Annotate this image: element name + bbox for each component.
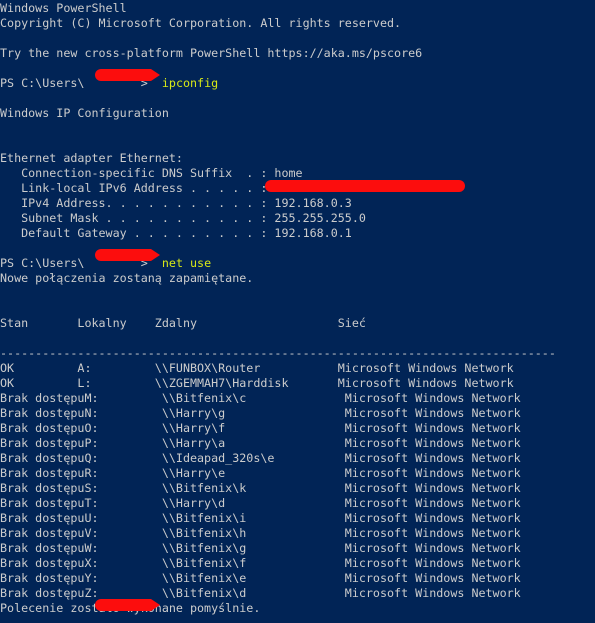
netuse-row: Brak dostępuT: \\Harry\d Microsoft Windo… xyxy=(0,496,521,510)
netuse-footer: Polecenie zostało wykonane pomyślnie. xyxy=(0,601,261,615)
netuse-row: Brak dostępuZ: \\Bitfenix\d Microsoft Wi… xyxy=(0,586,521,600)
netuse-row: Brak dostępuX: \\Bitfenix\f Microsoft Wi… xyxy=(0,556,521,570)
redacted-username-text xyxy=(84,76,140,90)
netuse-row: Brak dostępuV: \\Bitfenix\h Microsoft Wi… xyxy=(0,526,521,540)
netuse-row: Brak dostępuY: \\Bitfenix\e Microsoft Wi… xyxy=(0,571,521,585)
netuse-row: Brak dostępuP: \\Harry\a Microsoft Windo… xyxy=(0,436,521,450)
ipconfig-command: ipconfig xyxy=(161,76,219,90)
netuse-row: Brak dostępuM: \\Bitfenix\c Microsoft Wi… xyxy=(0,391,521,405)
netuse-row: Brak dostępuQ: \\Ideapad_320s\e Microsof… xyxy=(0,451,521,465)
banner-pscore-hint: Try the new cross-platform PowerShell ht… xyxy=(0,46,423,60)
prompt-prefix: PS C:\Users\ xyxy=(0,256,85,270)
netuse-row: OK A: \\FUNBOX\Router Microsoft Windows … xyxy=(0,361,514,375)
netuse-command: net use xyxy=(161,256,212,270)
netuse-row: Brak dostępuN: \\Harry\g Microsoft Windo… xyxy=(0,406,521,420)
ipconfig-row: Subnet Mask . . . . . . . . . . . : 255.… xyxy=(0,211,366,225)
powershell-terminal[interactable]: Windows PowerShell Copyright (C) Microsof… xyxy=(0,0,595,623)
netuse-row: Brak dostępuU: \\Bitfenix\i Microsoft Wi… xyxy=(0,511,521,525)
ipconfig-row: Default Gateway . . . . . . . . . : 192.… xyxy=(0,226,352,240)
netuse-row: Brak dostępuR: \\Harry\e Microsoft Windo… xyxy=(0,466,521,480)
prompt-line-netuse: PS C:\Users\ > net use xyxy=(0,256,595,271)
ipconfig-row: Connection-specific DNS Suffix . : home xyxy=(0,166,303,180)
prompt-prefix: PS C:\Users\ xyxy=(0,76,85,90)
banner-title: Windows PowerShell xyxy=(0,1,127,15)
netuse-notice: Nowe połączenia zostaną zapamiętane. xyxy=(0,271,254,285)
ipconfig-adapter: Ethernet adapter Ethernet: xyxy=(0,151,183,165)
netuse-column-headers: Stan Lokalny Zdalny Sieć xyxy=(0,316,366,330)
prompt-suffix: > xyxy=(140,76,148,90)
ipconfig-row: Link-local IPv6 Address . . . . . : xyxy=(0,181,275,195)
prompt-suffix: > xyxy=(140,256,148,270)
netuse-row: Brak dostępuO: \\Harry\f Microsoft Windo… xyxy=(0,421,521,435)
banner-copyright: Copyright (C) Microsoft Corporation. All… xyxy=(0,16,402,30)
terminal-screen: Windows PowerShell Copyright (C) Microsof… xyxy=(0,1,595,623)
prompt-line-ipconfig: PS C:\Users\ > ipconfig xyxy=(0,76,595,91)
netuse-row: OK L: \\ZGEMMAH7\Harddisk Microsoft Wind… xyxy=(0,376,514,390)
netuse-row: Brak dostępuW: \\Bitfenix\g Microsoft Wi… xyxy=(0,541,521,555)
redacted-username-text xyxy=(84,256,140,270)
netuse-row: Brak dostępuS: \\Bitfenix\k Microsoft Wi… xyxy=(0,481,521,495)
ipconfig-row: IPv4 Address. . . . . . . . . . . : 192.… xyxy=(0,196,352,210)
netuse-separator: ----------------------------------------… xyxy=(0,346,556,360)
ipconfig-header: Windows IP Configuration xyxy=(0,106,169,120)
